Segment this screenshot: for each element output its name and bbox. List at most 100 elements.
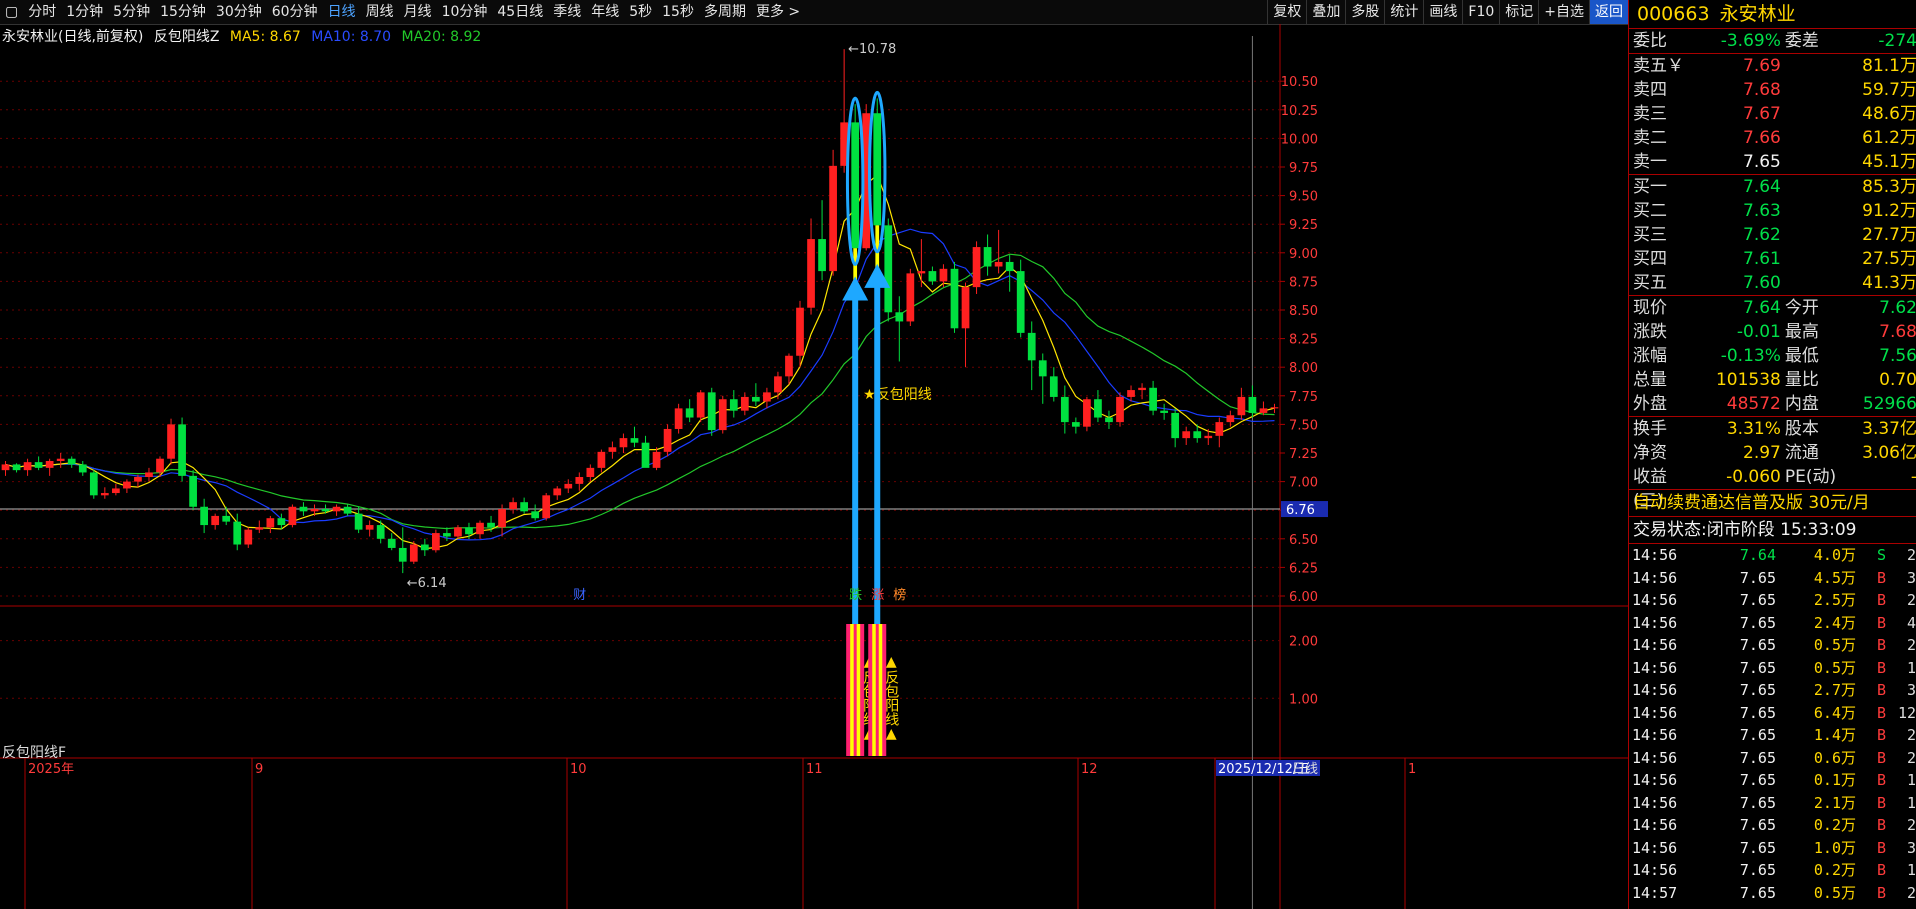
stat-row: 收益(三) -0.060PE(动)- [1629, 465, 1916, 511]
tick-row: 14:56 7.65 6.4万 B 12 [1629, 702, 1916, 725]
price-tick-label: 7.00 [1289, 476, 1318, 491]
stat-label: 最高 [1784, 322, 1819, 342]
stat-value: 7.68 [1879, 322, 1916, 342]
period-tab[interactable]: 月线 [399, 0, 437, 24]
candle-body [1027, 332, 1036, 361]
tick-price: 7.65 [1739, 793, 1776, 812]
candle-body [332, 506, 341, 512]
stat-value: 7.62 [1879, 298, 1916, 318]
candle-body [310, 509, 319, 512]
stat-value: 7.56 [1879, 346, 1916, 366]
book-row: 卖五￥ 7.69 81.1万 [1629, 54, 1916, 78]
candle-body [211, 515, 220, 526]
period-tab[interactable]: 15秒 [657, 0, 699, 24]
price-tick-label: 9.25 [1289, 218, 1318, 233]
kline-chart[interactable]: 10.50 10.25 10.00 9.75 9.50 9.25 9.00 8.75 8.50 8… [0, 24, 1628, 909]
book-volume: 61.2万 [1862, 128, 1916, 148]
candle-body [398, 547, 407, 562]
tick-time: 14:56 [1632, 591, 1678, 609]
candle-body [365, 525, 374, 530]
price-tick-label: 10.25 [1281, 104, 1318, 119]
toolbar-button[interactable]: 画线 [1423, 0, 1462, 24]
stat-label: 总量 [1633, 370, 1667, 390]
signal-arrow-head [842, 276, 869, 301]
candle-body [1182, 431, 1191, 439]
candle-body [950, 268, 959, 329]
event-mark[interactable]: 榜 [893, 587, 906, 603]
price-tick-label: 6.50 [1289, 533, 1318, 548]
period-tab[interactable]: 5分钟 [108, 0, 155, 24]
tick-count: 1 [1906, 771, 1916, 789]
book-label: 卖四 [1633, 80, 1667, 100]
candle-body [89, 472, 98, 496]
period-tab[interactable]: 周线 [361, 0, 399, 24]
period-tab[interactable]: 季线 [548, 0, 586, 24]
sub-axis-label: 1.00 [1289, 692, 1318, 707]
candle-body [542, 495, 551, 519]
period-tab[interactable]: 5秒 [624, 0, 657, 24]
quote-stats: 现价 7.64 今开 7.62 涨跌 -0.01 最高 7.68 涨幅 -0.13% 最低 7.56 总… [1629, 295, 1916, 416]
period-tab[interactable]: 更多 > [751, 0, 805, 24]
stat-value: 2.97 [1743, 443, 1781, 463]
stat-value: 3.31% [1726, 419, 1781, 439]
subscription-notice[interactable]: 自动续费通达信普及版 30元/月 [1629, 489, 1916, 516]
high-price-label: ←10.78 [848, 42, 896, 57]
period-tab[interactable]: 30分钟 [211, 0, 267, 24]
tick-row: 14:56 7.65 2.7万 B 3 [1629, 679, 1916, 702]
tick-list[interactable]: 14:56 7.64 4.0万 S 2 14:56 7.65 4.5万 B 3 14:56 7.65 2… [1629, 544, 1916, 904]
candle-body [1237, 396, 1246, 416]
tick-count: 2 [1906, 636, 1916, 654]
tick-side: B [1876, 681, 1886, 699]
candle-body [34, 462, 43, 468]
candle-body [774, 376, 782, 393]
crosshair-price-label: 6.76 [1286, 503, 1315, 518]
tick-row: 14:56 7.65 1.4万 B 2 [1629, 724, 1916, 747]
period-tab[interactable]: 多周期 [699, 0, 751, 24]
event-mark[interactable]: 涨 [871, 588, 884, 603]
toolbar-button[interactable]: 标记 [1499, 0, 1538, 24]
toolbar-button[interactable]: F10 [1462, 0, 1499, 24]
period-tab[interactable]: 45日线 [492, 0, 548, 24]
period-tab[interactable]: 1分钟 [61, 0, 108, 24]
candle-body [1215, 422, 1224, 436]
candle-body [354, 513, 363, 530]
event-mark[interactable]: 财 [573, 588, 586, 603]
candle-body [78, 464, 87, 473]
toolbar-button[interactable]: 统计 [1384, 0, 1423, 24]
sub-signal-text: ▲反包阳线▲ [883, 654, 899, 742]
candle-body [553, 488, 562, 496]
period-label: 日线 [1292, 762, 1318, 777]
toolbar-button[interactable]: 叠加 [1306, 0, 1345, 24]
candle-body [1226, 415, 1235, 423]
period-tab[interactable]: 日线 [323, 0, 361, 24]
candle-body [531, 511, 540, 519]
toolbar-button[interactable]: +自选 [1538, 0, 1589, 24]
candle-body [696, 392, 705, 418]
candle-body [895, 312, 904, 322]
period-tab[interactable]: 10分钟 [437, 0, 493, 24]
candle-body [1204, 435, 1213, 439]
menu-icon[interactable]: ▢ [0, 0, 23, 24]
period-tab[interactable]: 分时 [23, 0, 61, 24]
stat-label: 内盘 [1784, 394, 1819, 414]
period-tab[interactable]: 60分钟 [267, 0, 323, 24]
stat-value: 7.64 [1743, 298, 1781, 318]
event-mark[interactable]: 跌 [849, 587, 862, 603]
tick-time: 14:57 [1632, 883, 1678, 902]
low-price-label: ←6.14 [407, 576, 447, 591]
candle-body [961, 287, 970, 329]
date-label: 10 [570, 762, 587, 777]
toolbar-button[interactable]: 返回 [1589, 0, 1628, 24]
book-row: 买一 7.64 85.3万 [1629, 175, 1916, 199]
period-tab[interactable]: 年线 [586, 0, 624, 24]
period-tab[interactable]: 15分钟 [155, 0, 211, 24]
candle-body [807, 239, 815, 308]
candle-body [255, 527, 264, 530]
stat-row: 涨幅 -0.13% 最低 7.56 [1629, 344, 1916, 368]
toolbar-button[interactable]: 多股 [1345, 0, 1384, 24]
stat-value: - [1838, 465, 1916, 489]
candle-body [1248, 396, 1257, 413]
price-tick-label: 9.75 [1289, 161, 1318, 176]
tick-time: 14:56 [1632, 681, 1678, 699]
toolbar-button[interactable]: 复权 [1267, 0, 1306, 24]
